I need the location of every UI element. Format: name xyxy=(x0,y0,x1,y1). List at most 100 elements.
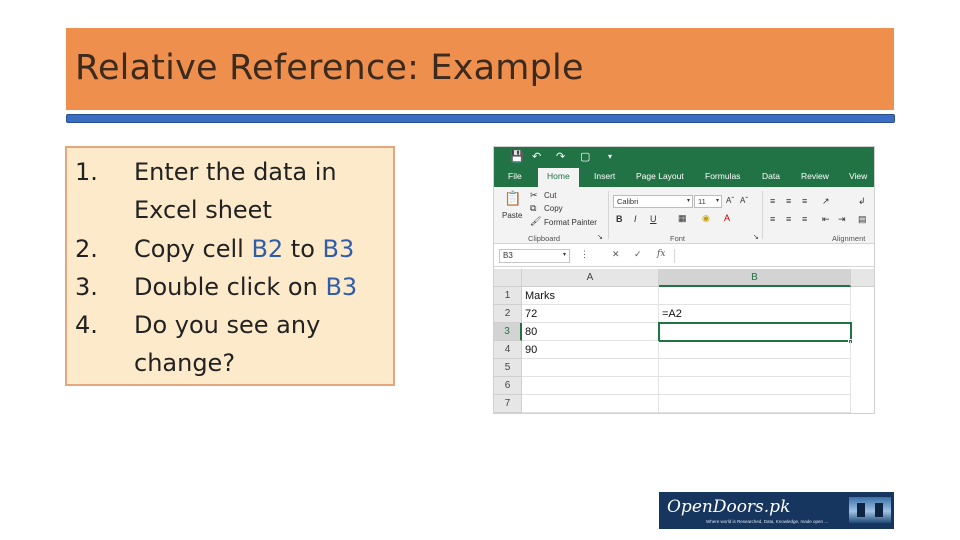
row-header-3[interactable]: 3 xyxy=(494,323,522,341)
step-text: Do you see any change? xyxy=(134,311,321,378)
worksheet-grid: A B 1 2 3 4 5 6 7 Marks 72 =A2 80 90 xyxy=(494,269,874,413)
name-box[interactable]: B3 ▾ xyxy=(499,249,570,263)
paste-icon[interactable]: 📋 xyxy=(504,190,521,207)
decrease-indent-icon[interactable]: ⇤ xyxy=(822,214,830,225)
dialog-launcher-icon[interactable]: ↘ xyxy=(597,233,603,241)
copy-icon[interactable]: ⧉ xyxy=(530,203,536,214)
cell-a2[interactable]: 72 xyxy=(522,305,659,323)
select-all-button[interactable] xyxy=(494,269,522,287)
enter-entry-icon[interactable]: ✓ xyxy=(634,249,642,260)
grow-font-icon[interactable]: Aˆ xyxy=(726,196,734,205)
cancel-entry-icon[interactable]: ✕ xyxy=(612,249,620,260)
paste-button[interactable]: Paste xyxy=(502,211,522,220)
cell-a3[interactable]: 80 xyxy=(522,323,659,341)
redo-icon[interactable]: ↷ xyxy=(556,150,565,164)
cell-a4[interactable]: 90 xyxy=(522,341,659,359)
cell-b4[interactable] xyxy=(659,341,851,359)
step-1: 1. Enter the data in Excel sheet xyxy=(75,153,384,230)
row-header-6[interactable]: 6 xyxy=(494,377,522,395)
insert-function-button[interactable]: fx xyxy=(657,249,665,259)
step-number: 4. xyxy=(75,311,98,340)
tab-view[interactable]: View xyxy=(849,171,867,181)
tab-formulas[interactable]: Formulas xyxy=(705,171,740,181)
shrink-font-icon[interactable]: Aˇ xyxy=(740,196,748,205)
font-group-label: Font xyxy=(670,234,686,243)
row-header-5[interactable]: 5 xyxy=(494,359,522,377)
wrap-text-icon[interactable]: ↲ xyxy=(858,196,866,207)
customize-icon[interactable]: ▾ xyxy=(608,150,612,164)
tab-file[interactable]: File xyxy=(508,171,522,181)
column-header-c[interactable] xyxy=(851,269,874,287)
cell-b1[interactable] xyxy=(659,287,851,305)
tab-home[interactable]: Home xyxy=(538,168,579,187)
cell-a1[interactable]: Marks xyxy=(522,287,659,305)
align-right-icon[interactable]: ≡ xyxy=(802,214,807,224)
title-divider xyxy=(66,114,895,123)
group-separator xyxy=(608,191,609,239)
copy-button[interactable]: Copy xyxy=(544,204,563,213)
touch-mode-icon[interactable]: ▢ xyxy=(580,150,590,164)
column-header-b[interactable]: B xyxy=(659,269,851,287)
column-header-a[interactable]: A xyxy=(522,269,659,287)
ribbon: 📋 Paste ✂ Cut ⧉ Copy 🖌 Format Painter Cl… xyxy=(494,187,874,244)
merge-center-icon[interactable]: ▤ xyxy=(858,214,867,225)
align-center-icon[interactable]: ≡ xyxy=(786,214,791,224)
steps-list: 1. Enter the data in Excel sheet 2. Copy… xyxy=(75,153,384,383)
step-text-part: Double click on xyxy=(134,272,326,301)
font-size-select[interactable]: 11 ▾ xyxy=(694,195,722,208)
title-bar: Relative Reference: Example xyxy=(66,28,894,110)
cut-button[interactable]: Cut xyxy=(544,191,556,200)
bold-button[interactable]: B xyxy=(616,214,623,224)
logo-tagline: Where world is Researched, Data, Knowled… xyxy=(706,519,829,524)
cell-a5[interactable] xyxy=(522,359,659,377)
cell-a7[interactable] xyxy=(522,395,659,413)
save-icon[interactable]: 💾 xyxy=(510,150,524,164)
tab-page-layout[interactable]: Page Layout xyxy=(636,171,684,181)
clipboard-group-label: Clipboard xyxy=(528,234,561,243)
step-number: 1. xyxy=(75,158,98,186)
font-color-icon[interactable]: A xyxy=(724,213,730,223)
group-separator xyxy=(762,191,763,239)
slide-title: Relative Reference: Example xyxy=(75,48,584,88)
tab-insert[interactable]: Insert xyxy=(594,171,615,181)
font-name-select[interactable]: Calibri ▾ xyxy=(613,195,693,208)
row-header-2[interactable]: 2 xyxy=(494,305,522,323)
formula-bar: B3 ▾ ⋮ ✕ ✓ fx xyxy=(494,245,874,267)
align-top-icon[interactable]: ≡ xyxy=(770,196,775,206)
step-text: Enter the data in Excel sheet xyxy=(134,158,337,225)
row-header-1[interactable]: 1 xyxy=(494,287,522,305)
chevron-down-icon: ▾ xyxy=(715,198,719,204)
align-bottom-icon[interactable]: ≡ xyxy=(802,196,807,206)
step-number: 2. xyxy=(75,234,98,263)
cell-b2[interactable]: =A2 xyxy=(659,305,851,323)
cell-b6[interactable] xyxy=(659,377,851,395)
italic-button[interactable]: I xyxy=(634,214,637,224)
underline-button[interactable]: U xyxy=(650,214,657,224)
tab-review[interactable]: Review xyxy=(801,171,829,181)
door-icon xyxy=(875,503,883,517)
cell-b7[interactable] xyxy=(659,395,851,413)
format-painter-icon[interactable]: 🖌 xyxy=(530,216,541,227)
step-4: 4. Do you see any change? xyxy=(75,306,384,383)
align-middle-icon[interactable]: ≡ xyxy=(786,196,791,206)
cell-reference: B2 xyxy=(251,234,284,263)
row-header-4[interactable]: 4 xyxy=(494,341,522,359)
row-header-7[interactable]: 7 xyxy=(494,395,522,413)
borders-icon[interactable]: ▦ xyxy=(678,213,687,224)
font-name-value: Calibri xyxy=(617,197,639,206)
fill-color-icon[interactable]: ◉ xyxy=(702,213,710,224)
cell-a6[interactable] xyxy=(522,377,659,395)
cell-b3-active[interactable] xyxy=(658,322,852,342)
dialog-launcher-icon[interactable]: ↘ xyxy=(753,233,759,241)
cell-b5[interactable] xyxy=(659,359,851,377)
formula-input[interactable] xyxy=(674,249,872,263)
orientation-icon[interactable]: ↗ xyxy=(822,196,830,207)
format-painter-button[interactable]: Format Painter xyxy=(544,218,597,227)
align-left-icon[interactable]: ≡ xyxy=(770,214,775,224)
cut-icon[interactable]: ✂ xyxy=(530,190,538,201)
alignment-group-label: Alignment xyxy=(832,234,866,243)
tab-data[interactable]: Data xyxy=(762,171,780,181)
increase-indent-icon[interactable]: ⇥ xyxy=(838,214,846,225)
undo-icon[interactable]: ↶ xyxy=(532,150,541,164)
cell-reference: B3 xyxy=(325,272,358,301)
